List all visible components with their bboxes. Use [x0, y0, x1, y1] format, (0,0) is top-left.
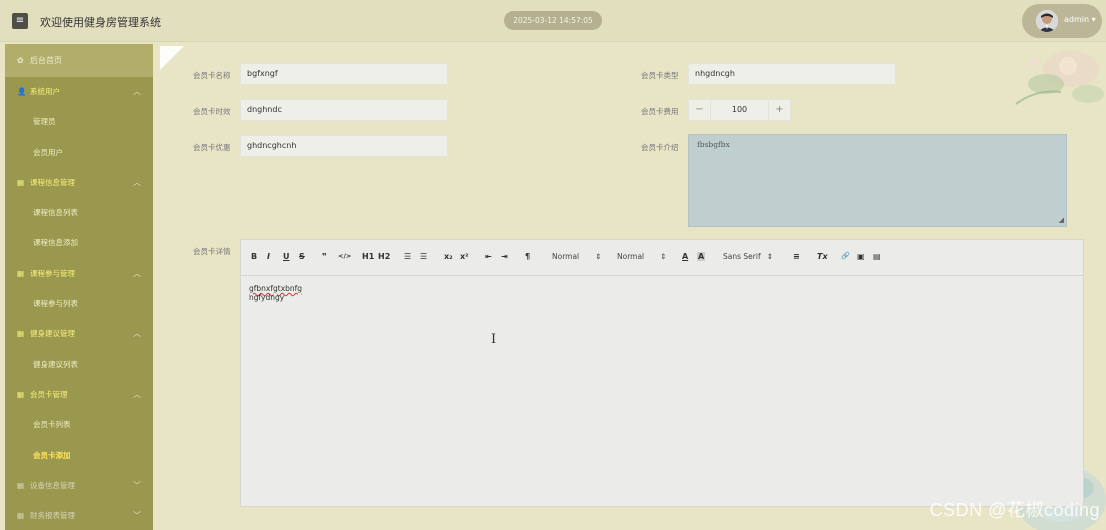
grid-icon: ▦ — [17, 511, 25, 521]
bold-button[interactable]: B — [251, 252, 257, 261]
grid-icon: ▦ — [17, 480, 25, 490]
sidebar-group-fitness-advice[interactable]: ▦ 健身建议管理 ︿ — [5, 319, 153, 349]
sidebar-item-course-list[interactable]: 课程信息列表 — [5, 198, 153, 228]
font-select[interactable]: Sans Serif ⇕ — [723, 252, 773, 261]
sidebar-group-course-info[interactable]: ▦ 课程信息管理 ︿ — [5, 168, 153, 198]
chevron-up-icon: ︿ — [133, 87, 141, 96]
sidebar: ✿ 后台首页 👤 系统用户 ︿ 管理员 会员用户 ▦ 课程信息管理 ︿ 课程信息列表 … — [5, 44, 153, 530]
user-menu[interactable]: admin ▾ — [1022, 4, 1102, 38]
indent-icon[interactable]: ⇥ — [501, 252, 508, 261]
flower-decoration — [1015, 51, 1104, 105]
chevron-up-icon: ︿ — [133, 268, 141, 278]
chevron-up-icon: ︿ — [133, 389, 141, 399]
editor-line: ngfydngy — [249, 293, 285, 302]
datetime-badge: 2025-03-12 14:57:05 — [504, 11, 602, 30]
grid-icon: ▦ — [17, 268, 25, 278]
sidebar-group-course-participation[interactable]: ▦ 课程参与管理 ︿ — [5, 259, 153, 289]
card-detail-label: 会员卡详情 — [193, 247, 231, 256]
app-title: 欢迎使用健身房管理系统 — [40, 16, 161, 29]
editor-toolbar: B I U S ❞ </> H1 H2 ☰ ☰ x₂ x² ⇤ ⇥ ¶ Norm… — [241, 240, 1083, 276]
sidebar-group-membership-card[interactable]: ▦ 会员卡管理 ︿ — [5, 380, 153, 410]
card-name-label: 会员卡名称 — [193, 71, 231, 80]
size-select[interactable]: Normal ⇕ — [552, 252, 601, 261]
grid-icon: ▦ — [17, 329, 25, 339]
link-icon[interactable]: 🔗 — [841, 252, 850, 260]
sidebar-group-system-users[interactable]: 👤 系统用户 ︿ — [5, 77, 153, 107]
outdent-icon[interactable]: ⇤ — [485, 252, 492, 261]
avatar — [1036, 10, 1058, 32]
username: admin ▾ — [1064, 15, 1096, 24]
chevron-down-icon: ﹀ — [133, 511, 141, 521]
sidebar-item-admin[interactable]: 管理员 — [5, 107, 153, 137]
chevron-up-icon: ︿ — [133, 177, 141, 187]
background-color-icon[interactable]: A — [697, 252, 706, 261]
subscript-button[interactable]: x₂ — [444, 252, 453, 261]
quote-icon[interactable]: ❞ — [322, 252, 327, 261]
header-select[interactable]: Normal ⇕ — [617, 252, 666, 261]
code-icon[interactable]: </> — [338, 252, 351, 260]
main-content: 会员卡名称 bgfxngf 会员卡类型 nhgdncgh 会员卡时效 dnghn… — [158, 44, 1106, 530]
align-icon[interactable]: ≡ — [793, 252, 800, 261]
editor-content[interactable]: gfbnxfgtxbnfg ngfydngy — [241, 276, 1083, 310]
video-icon[interactable]: ▤ — [873, 252, 881, 261]
card-intro-textarea[interactable]: fbsbgfbx ◢ — [688, 134, 1067, 227]
card-intro-label: 会员卡介绍 — [641, 143, 679, 152]
card-name-input[interactable]: bgfxngf — [240, 63, 448, 85]
hamburger-menu-button[interactable]: ≡ — [12, 13, 28, 29]
card-type-label: 会员卡类型 — [641, 71, 679, 80]
card-duration-label: 会员卡时效 — [193, 107, 231, 116]
text-cursor-icon: I — [491, 332, 497, 347]
sidebar-item-course-add[interactable]: 课程信息添加 — [5, 228, 153, 258]
italic-button[interactable]: I — [267, 252, 270, 261]
card-type-input[interactable]: nhgdncgh — [688, 63, 896, 85]
card-discount-label: 会员卡优惠 — [193, 143, 231, 152]
ordered-list-icon[interactable]: ☰ — [404, 252, 411, 261]
card-duration-input[interactable]: dnghndc — [240, 99, 448, 121]
card-fee-input[interactable]: 100 — [711, 100, 768, 120]
sidebar-group-finance[interactable]: ▦ 财务报表管理 ﹀ — [5, 501, 153, 530]
underline-button[interactable]: U — [283, 252, 290, 261]
image-icon[interactable]: ▣ — [857, 252, 865, 261]
card-fee-label: 会员卡费用 — [641, 107, 679, 116]
strike-button[interactable]: S — [299, 252, 305, 261]
sidebar-item-advice-list[interactable]: 健身建议列表 — [5, 350, 153, 380]
increment-button[interactable]: + — [768, 100, 790, 120]
chevron-up-icon: ︿ — [133, 329, 141, 339]
grid-icon: ▦ — [17, 389, 25, 399]
gear-icon: ✿ — [17, 56, 24, 65]
user-icon: 👤 — [17, 87, 27, 96]
sidebar-item-members[interactable]: 会员用户 — [5, 138, 153, 168]
page-corner-fold — [160, 46, 184, 70]
card-fee-stepper: − 100 + — [688, 99, 791, 121]
top-header: ≡ 欢迎使用健身房管理系统 2025-03-12 14:57:05 admin … — [0, 0, 1106, 42]
font-color-icon[interactable]: A — [682, 252, 688, 261]
header1-button[interactable]: H1 — [362, 252, 374, 261]
chevron-down-icon: ﹀ — [133, 480, 141, 490]
sidebar-item-card-list[interactable]: 会员卡列表 — [5, 410, 153, 440]
superscript-button[interactable]: x² — [460, 252, 469, 261]
bullet-list-icon[interactable]: ☰ — [420, 252, 427, 261]
clean-format-icon[interactable]: Tx — [817, 252, 828, 261]
watermark: CSDN @花椒coding — [929, 500, 1100, 520]
decrement-button[interactable]: − — [689, 100, 711, 120]
grid-icon: ▦ — [17, 177, 25, 187]
rich-text-editor: B I U S ❞ </> H1 H2 ☰ ☰ x₂ x² ⇤ ⇥ ¶ Norm… — [240, 239, 1084, 507]
sidebar-item-participation-list[interactable]: 课程参与列表 — [5, 289, 153, 319]
sidebar-group-equipment[interactable]: ▦ 设备信息管理 ﹀ — [5, 471, 153, 501]
sidebar-item-card-add[interactable]: 会员卡添加 — [5, 441, 153, 471]
card-discount-input[interactable]: ghdncghcnh — [240, 135, 448, 157]
resize-handle-icon[interactable]: ◢ — [1059, 216, 1064, 224]
editor-line: gfbnxfgtxbnfg — [249, 284, 303, 293]
sidebar-item-home[interactable]: ✿ 后台首页 — [5, 44, 153, 77]
text-direction-icon[interactable]: ¶ — [525, 252, 530, 261]
header2-button[interactable]: H2 — [378, 252, 390, 261]
